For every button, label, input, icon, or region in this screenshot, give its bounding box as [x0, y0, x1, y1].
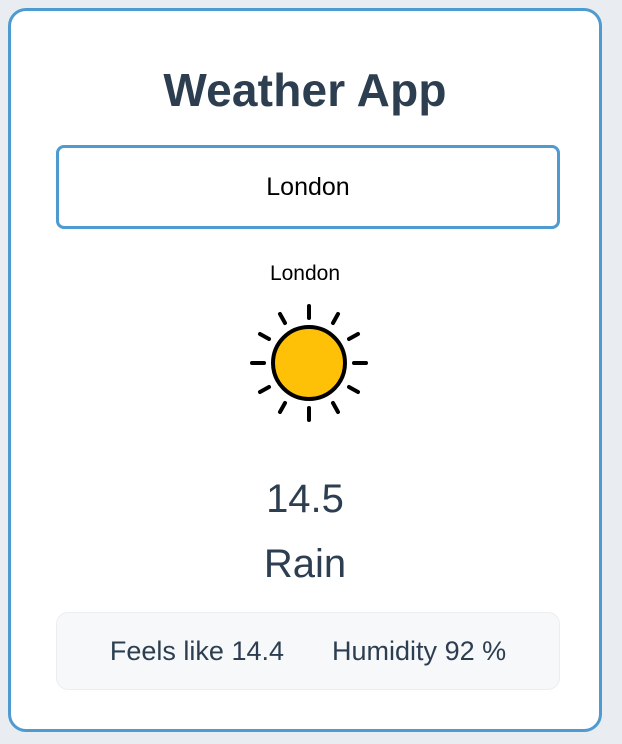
feels-like-label: Feels like — [109, 635, 224, 666]
feels-like-value: 14.4 — [231, 635, 285, 666]
weather-card: Weather App London 14.5 Rain — [8, 8, 602, 732]
temperature-value: 14.5 — [266, 477, 344, 521]
humidity-value: 92 % — [444, 635, 507, 666]
humidity-label: Humidity — [332, 635, 438, 666]
location-name: London — [269, 262, 341, 285]
humidity: Humidity 92 % — [332, 636, 506, 667]
feels-like: Feels like 14.4 — [110, 636, 284, 667]
weather-condition: Rain — [263, 542, 347, 586]
app-title: Weather App — [163, 64, 447, 116]
city-search-input[interactable] — [56, 145, 560, 229]
sun-icon — [249, 303, 369, 423]
weather-details: Feels like 14.4 Humidity 92 % — [56, 612, 560, 690]
